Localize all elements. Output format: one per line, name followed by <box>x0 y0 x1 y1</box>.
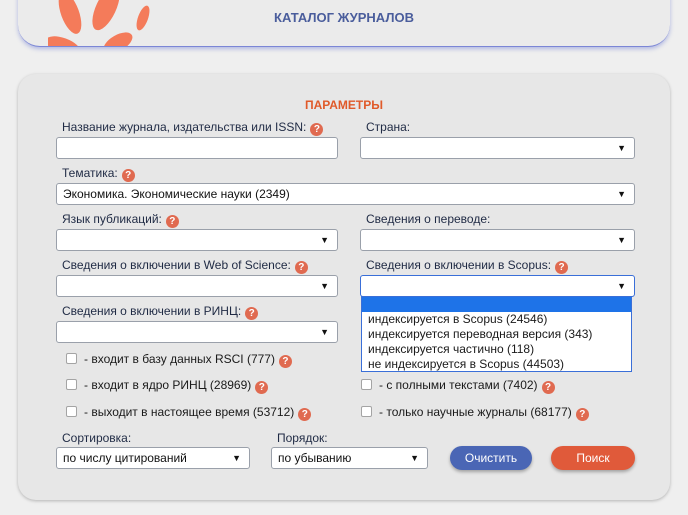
rsci-checkbox[interactable] <box>66 353 77 364</box>
core-checkbox[interactable] <box>66 379 77 390</box>
country-label: Страна: <box>366 120 411 134</box>
fulltext-label: - с полными текстами (7402)? <box>379 378 555 394</box>
help-icon[interactable]: ? <box>555 261 569 274</box>
header-panel: КАТАЛОГ ЖУРНАЛОВ <box>18 0 670 47</box>
scopus-select[interactable]: ▼ <box>360 275 635 297</box>
journal-name-label-text: Название журнала, издательства или ISSN: <box>62 120 307 134</box>
fulltext-checkbox[interactable] <box>361 379 372 390</box>
help-icon[interactable]: ? <box>541 381 555 394</box>
sort-value: по числу цитирований <box>63 451 187 465</box>
help-icon[interactable]: ? <box>294 261 308 274</box>
help-icon[interactable]: ? <box>575 408 589 421</box>
order-label: Порядок: <box>277 431 328 445</box>
dropdown-option[interactable]: не индексируется в Scopus (44503) <box>362 357 631 372</box>
current-label: - выходит в настоящее время (53712)? <box>84 405 312 421</box>
parameters-title: ПАРАМЕТРЫ <box>305 98 383 112</box>
dropdown-option[interactable]: индексируется частично (118) <box>362 342 631 357</box>
scientific-checkbox[interactable] <box>361 406 372 417</box>
core-label: - входит в ядро РИНЦ (28969)? <box>84 378 269 394</box>
rsci-label: - входит в базу данных RSCI (777)? <box>84 352 292 368</box>
wos-select[interactable]: ▼ <box>56 275 338 297</box>
sort-label: Сортировка: <box>62 431 132 445</box>
search-button[interactable]: Поиск <box>551 446 635 470</box>
page-title: КАТАЛОГ ЖУРНАЛОВ <box>274 10 414 25</box>
help-icon[interactable]: ? <box>165 215 179 228</box>
chevron-down-icon: ▼ <box>410 453 419 463</box>
wos-label-text: Сведения о включении в Web of Science: <box>62 258 291 272</box>
sort-select[interactable]: по числу цитирований ▼ <box>56 447 250 469</box>
current-checkbox[interactable] <box>66 406 77 417</box>
chevron-down-icon: ▼ <box>617 143 626 153</box>
chevron-down-icon: ▼ <box>617 189 626 199</box>
subject-select[interactable]: Экономика. Экономические науки (2349) ▼ <box>56 183 635 205</box>
chevron-down-icon: ▼ <box>232 453 241 463</box>
wos-label: Сведения о включении в Web of Science:? <box>62 258 308 274</box>
journal-name-label: Название журнала, издательства или ISSN:… <box>62 120 324 136</box>
rinc-select[interactable]: ▼ <box>56 321 338 343</box>
dropdown-option-empty[interactable] <box>362 297 631 312</box>
scopus-label-text: Сведения о включении в Scopus: <box>366 258 552 272</box>
core-label-text: - входит в ядро РИНЦ (28969) <box>84 378 252 392</box>
fulltext-label-text: - с полными текстами (7402) <box>379 378 538 392</box>
order-select[interactable]: по убыванию ▼ <box>271 447 428 469</box>
translation-select[interactable]: ▼ <box>360 229 635 251</box>
scientific-label-text: - только научные журналы (68177) <box>379 405 572 419</box>
current-label-text: - выходит в настоящее время (53712) <box>84 405 295 419</box>
country-select[interactable]: ▼ <box>360 137 635 159</box>
help-icon[interactable]: ? <box>278 355 292 368</box>
help-icon[interactable]: ? <box>121 169 135 182</box>
language-select[interactable]: ▼ <box>56 229 338 251</box>
subject-label-text: Тематика: <box>62 166 118 180</box>
chevron-down-icon: ▼ <box>617 235 626 245</box>
subject-value: Экономика. Экономические науки (2349) <box>63 187 290 201</box>
journal-name-input[interactable] <box>56 137 338 159</box>
scopus-dropdown-list[interactable]: индексируется в Scopus (24546) индексиру… <box>361 296 632 372</box>
help-icon[interactable]: ? <box>310 123 324 136</box>
chevron-down-icon: ▼ <box>320 327 329 337</box>
rsci-label-text: - входит в базу данных RSCI (777) <box>84 352 275 366</box>
chevron-down-icon: ▼ <box>320 235 329 245</box>
help-icon[interactable]: ? <box>245 307 259 320</box>
clear-button[interactable]: Очистить <box>450 446 532 470</box>
help-icon[interactable]: ? <box>298 408 312 421</box>
dropdown-option[interactable]: индексируется переводная версия (343) <box>362 327 631 342</box>
subject-label: Тематика:? <box>62 166 135 182</box>
parameters-panel: ПАРАМЕТРЫ Название журнала, издательства… <box>18 74 670 500</box>
chevron-down-icon: ▼ <box>617 281 626 291</box>
rinc-label: Сведения о включении в РИНЦ:? <box>62 304 259 320</box>
scientific-label: - только научные журналы (68177)? <box>379 405 589 421</box>
language-label: Язык публикаций:? <box>62 212 179 228</box>
order-value: по убыванию <box>278 451 352 465</box>
language-label-text: Язык публикаций: <box>62 212 162 226</box>
scopus-label: Сведения о включении в Scopus:? <box>366 258 569 274</box>
dropdown-option[interactable]: индексируется в Scopus (24546) <box>362 312 631 327</box>
translation-label: Сведения о переводе: <box>366 212 491 226</box>
help-icon[interactable]: ? <box>255 381 269 394</box>
rinc-label-text: Сведения о включении в РИНЦ: <box>62 304 242 318</box>
chevron-down-icon: ▼ <box>320 281 329 291</box>
